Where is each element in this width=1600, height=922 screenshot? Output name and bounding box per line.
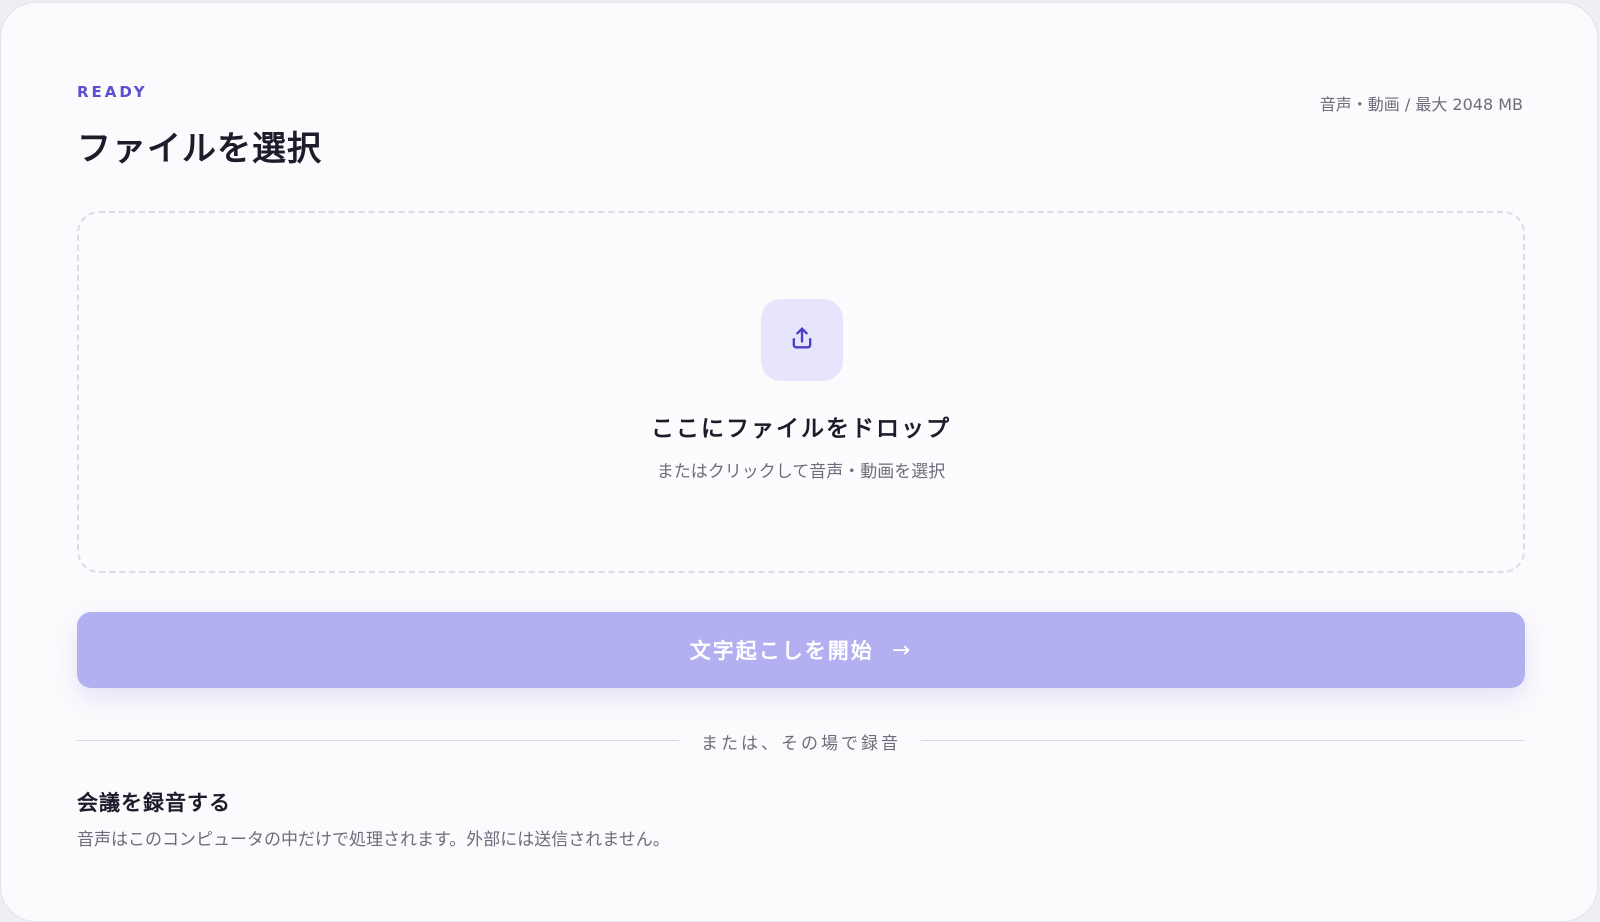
dropzone-subtitle: またはクリックして音声・動画を選択 (656, 462, 946, 482)
arrow-right-icon: → (891, 637, 913, 663)
upload-icon-tile (761, 299, 843, 381)
upload-icon (788, 324, 816, 356)
start-button-label: 文字起こしを開始 (689, 639, 874, 663)
main-card: READY ファイルを選択 音声・動画 / 最大 2048 MB ここにファイル… (0, 2, 1598, 922)
start-transcription-button[interactable]: 文字起こしを開始 → (77, 612, 1525, 688)
file-limit-text: 音声・動画 / 最大 2048 MB (1319, 95, 1523, 114)
record-meeting-title: 会議を録音する (77, 791, 231, 815)
record-description: 音声はこのコンピュータの中だけで処理されます。外部には送信されません。 (77, 830, 670, 850)
file-dropzone[interactable]: ここにファイルをドロップ またはクリックして音声・動画を選択 (77, 211, 1525, 573)
divider-line-right (921, 740, 1525, 741)
status-label: READY (77, 83, 148, 101)
page-title: ファイルを選択 (77, 129, 322, 169)
dropzone-title: ここにファイルをドロップ (651, 416, 951, 442)
divider-label: または、その場で録音 (701, 734, 901, 754)
or-divider: または、その場で録音 (77, 727, 1525, 754)
